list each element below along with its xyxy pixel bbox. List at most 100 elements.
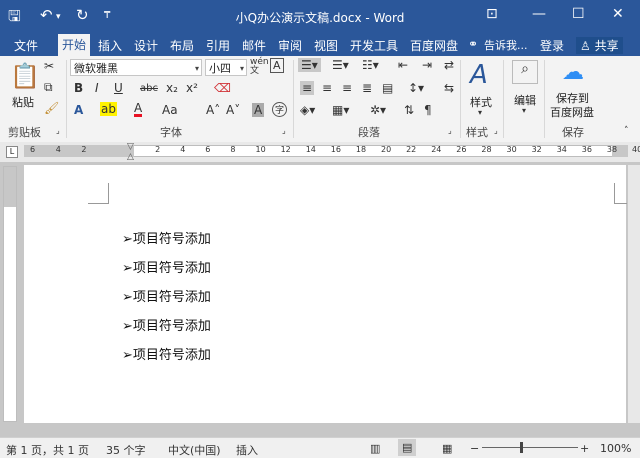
char-shading-icon[interactable]: A [252, 103, 265, 117]
change-case-button[interactable]: Aa [162, 103, 178, 117]
list-item[interactable]: ➢项目符号添加 [122, 257, 211, 276]
font-size-select[interactable]: 小四 ▾ [205, 59, 247, 76]
tell-me-box[interactable]: 告诉我... [484, 37, 528, 53]
insert-mode[interactable]: 插入 [236, 442, 258, 458]
borders-icon[interactable]: ▦▾ [332, 103, 349, 117]
indent-marker-icon[interactable]: ▽ [127, 142, 134, 152]
maximize-icon[interactable]: ☐ [572, 6, 585, 22]
shading-icon[interactable]: ◈▾ [300, 103, 315, 117]
print-layout-icon[interactable]: ▤ [398, 439, 417, 456]
list-item-text: 项目符号添加 [132, 348, 211, 363]
bold-button[interactable]: B [74, 81, 83, 95]
minimize-icon[interactable]: — [532, 6, 546, 22]
align-center-icon[interactable]: ≡ [322, 81, 332, 95]
align-right-icon[interactable]: ≡ [342, 81, 352, 95]
login-button[interactable]: 登录 [540, 37, 564, 54]
vruler-top-margin [4, 167, 16, 207]
ribbon: 📋 粘贴 ✂ ⧉ 🖌 剪贴板 ⌟ 微软雅黑 ▾ 小四 ▾ wén 文 A B I U … [0, 56, 640, 143]
save-button-line2[interactable]: 百度网盘 [550, 104, 594, 120]
list-item[interactable]: ➢项目符号添加 [122, 286, 211, 305]
phonetic-guide-icon[interactable]: wén 文 [250, 58, 269, 76]
bullets-icon[interactable]: ☰▾ [298, 58, 321, 72]
tab-file[interactable]: 文件 [14, 37, 38, 54]
hanging-indent-icon[interactable]: △ [127, 152, 134, 162]
list-item[interactable]: ➢项目符号添加 [122, 315, 211, 334]
strikethrough-button[interactable]: abc [140, 83, 158, 94]
tab-selector-icon[interactable]: L [6, 146, 18, 158]
ruler-tick-label: 10 [255, 145, 266, 154]
word-count[interactable]: 35 个字 [106, 442, 146, 458]
tab-mailings[interactable]: 邮件 [242, 37, 266, 54]
list-item[interactable]: ➢项目符号添加 [122, 228, 211, 247]
chinese-layout-icon[interactable]: ✲▾ [370, 103, 386, 117]
highlight-icon[interactable]: ab [100, 102, 117, 116]
font-name-value: 微软雅黑 [74, 62, 118, 75]
zoom-slider-thumb[interactable] [520, 442, 523, 453]
zoom-out-icon[interactable]: − [470, 442, 479, 455]
sort-icon[interactable]: ⇅ [404, 103, 414, 117]
language[interactable]: 中文(中国) [168, 442, 221, 458]
ruler-tick-label: 2 [155, 145, 161, 154]
zoom-in-icon[interactable]: + [580, 442, 589, 455]
increase-indent-icon[interactable]: ⇥ [422, 58, 432, 72]
corner-mark [88, 183, 109, 204]
tab-review[interactable]: 审阅 [278, 37, 302, 54]
clear-format-icon[interactable]: ⌫ [214, 81, 231, 95]
collapse-ribbon-icon[interactable]: ˄ [624, 126, 629, 136]
tab-insert[interactable]: 插入 [98, 37, 122, 54]
rtl-icon[interactable]: ⇆ [444, 81, 454, 95]
read-mode-icon[interactable]: ▥ [370, 442, 380, 455]
styles-launcher-icon[interactable]: ⌟ [494, 126, 498, 135]
line-spacing-icon[interactable]: ↕▾ [408, 81, 424, 95]
font-color-icon[interactable]: A [134, 102, 143, 117]
char-border-icon[interactable]: A [270, 58, 284, 73]
tab-developer[interactable]: 开发工具 [350, 37, 398, 54]
text-effects-icon[interactable]: A [74, 103, 83, 117]
styles-icon[interactable]: A [470, 60, 488, 90]
font-launcher-icon[interactable]: ⌟ [282, 126, 286, 135]
grow-font-icon[interactable]: A˄ [206, 103, 220, 117]
tab-layout[interactable]: 布局 [170, 37, 194, 54]
tab-view[interactable]: 视图 [314, 37, 338, 54]
page-count[interactable]: 第 1 页，共 1 页 [6, 442, 89, 458]
close-icon[interactable]: ✕ [612, 6, 624, 22]
superscript-button[interactable]: x² [186, 81, 198, 95]
paste-icon[interactable]: 📋 [10, 62, 40, 90]
share-button[interactable]: ♙ 共享 [576, 37, 623, 54]
justify-icon[interactable]: ≣ [362, 81, 372, 95]
decrease-indent-icon[interactable]: ⇤ [398, 58, 408, 72]
subscript-button[interactable]: x₂ [166, 81, 178, 95]
list-item[interactable]: ➢项目符号添加 [122, 344, 211, 363]
tab-design[interactable]: 设计 [134, 37, 158, 54]
underline-button[interactable]: U [114, 81, 123, 95]
vertical-ruler[interactable] [3, 166, 17, 422]
distributed-icon[interactable]: ▤ [382, 81, 393, 95]
baidu-cloud-icon[interactable]: ☁ [562, 60, 584, 85]
vertical-scrollbar[interactable] [628, 165, 640, 423]
document-page[interactable]: ➢项目符号添加 ➢项目符号添加 ➢项目符号添加 ➢项目符号添加 ➢项目符号添加 [24, 165, 627, 423]
tab-baidu[interactable]: 百度网盘 [410, 37, 458, 54]
horizontal-ruler[interactable]: L 6 4 2 2 4 6 8 10 12 14 16 18 20 22 24 26 28 30 32 34 36 38 4… [0, 142, 640, 162]
copy-icon[interactable]: ⧉ [44, 80, 53, 95]
cut-icon[interactable]: ✂ [44, 59, 54, 73]
ltr-icon[interactable]: ⇄ [444, 58, 454, 72]
multilevel-list-icon[interactable]: ☷▾ [362, 58, 379, 72]
font-name-select[interactable]: 微软雅黑 ▾ [70, 59, 202, 76]
shrink-font-icon[interactable]: A˅ [226, 103, 240, 117]
zoom-slider-track[interactable] [482, 447, 578, 448]
tab-references[interactable]: 引用 [206, 37, 230, 54]
enclose-char-icon[interactable]: 字 [272, 102, 287, 117]
web-layout-icon[interactable]: ▦ [442, 442, 452, 455]
paste-label[interactable]: 粘贴 [12, 94, 34, 110]
italic-button[interactable]: I [95, 81, 99, 95]
align-left-icon[interactable]: ≡ [300, 81, 315, 95]
zoom-level[interactable]: 100% [600, 442, 631, 455]
paragraph-launcher-icon[interactable]: ⌟ [448, 126, 452, 135]
show-marks-icon[interactable]: ¶ [424, 103, 432, 117]
ribbon-display-icon[interactable]: ⊡ [486, 6, 498, 22]
clipboard-launcher-icon[interactable]: ⌟ [56, 126, 60, 135]
tab-home[interactable]: 开始 [58, 34, 91, 56]
search-icon[interactable]: ⌕ [512, 60, 538, 84]
numbering-icon[interactable]: ☰▾ [332, 58, 349, 72]
format-painter-icon[interactable]: 🖌 [44, 101, 59, 115]
